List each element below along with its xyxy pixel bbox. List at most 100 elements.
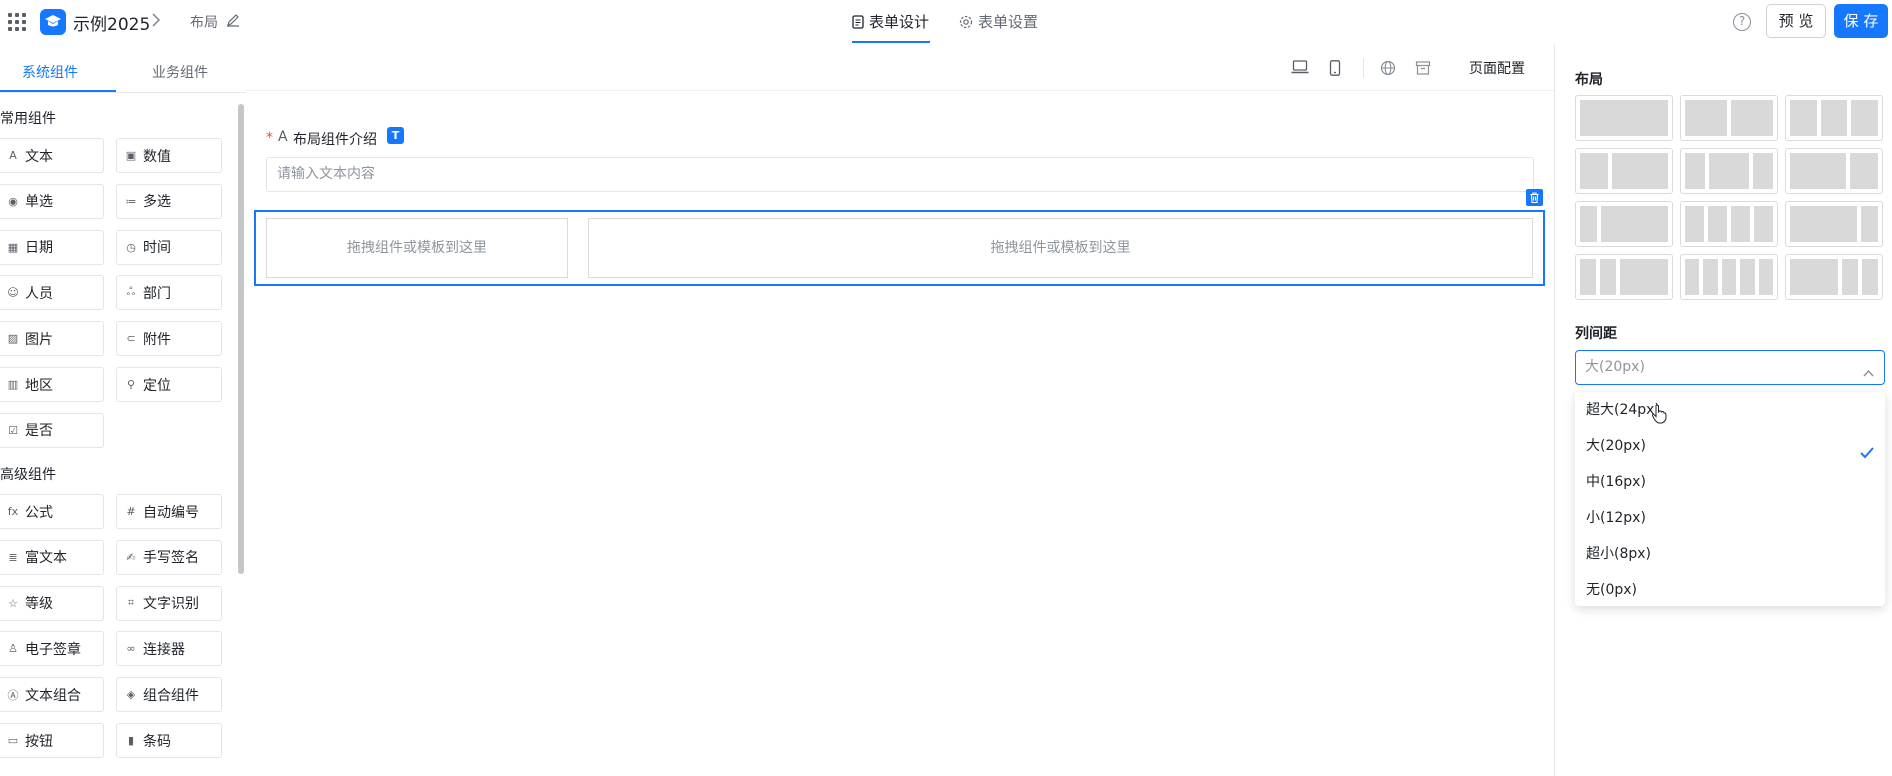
dropdown-option[interactable]: 超小(8px) xyxy=(1575,536,1885,572)
component-item-label: 连接器 xyxy=(143,641,185,658)
text-combo-icon: Ⓐ xyxy=(7,688,19,702)
column-gap-select[interactable]: 大(20px) xyxy=(1575,350,1885,385)
component-item[interactable]: Ⓐ 文本组合 xyxy=(0,677,104,713)
component-item[interactable]: ◷ 时间 xyxy=(116,229,222,265)
formula-icon: fx xyxy=(7,505,19,518)
component-item[interactable]: ☆ 等级 xyxy=(0,585,104,621)
component-item[interactable]: ▭ 按钮 xyxy=(0,723,104,758)
layout-column-block xyxy=(1612,153,1668,189)
person-icon: ☺ xyxy=(7,286,19,300)
layout-preset-option[interactable] xyxy=(1575,254,1673,300)
component-item[interactable]: ◉ 单选 xyxy=(0,183,104,219)
tab-system-components[interactable]: 系统组件 xyxy=(22,62,78,82)
text-type-badge: T xyxy=(387,127,404,144)
layout-column-block xyxy=(1842,259,1858,295)
dropdown-option-label: 大(20px) xyxy=(1586,438,1646,454)
tab-form-settings[interactable]: 表单设置 xyxy=(959,11,1038,32)
panel-scrollbar[interactable] xyxy=(238,104,244,574)
layout-preset-option[interactable] xyxy=(1785,148,1883,194)
button-icon: ▭ xyxy=(7,734,19,747)
layout-column-block xyxy=(1708,206,1727,242)
save-button[interactable]: 保 存 xyxy=(1834,4,1888,38)
delete-trash-icon[interactable] xyxy=(1526,189,1543,206)
component-item[interactable]: ஃ 部门 xyxy=(116,275,222,311)
dropdown-option[interactable]: 小(12px) xyxy=(1575,500,1885,536)
component-item[interactable]: ≔ 多选 xyxy=(116,183,222,219)
layout-column-block xyxy=(1620,259,1668,295)
org-icon: ஃ xyxy=(126,285,136,299)
dropdown-option[interactable]: 无(0px) xyxy=(1575,572,1885,608)
drop-zone-left[interactable]: 拖拽组件或模板到这里 xyxy=(266,218,568,278)
layout-column-block xyxy=(1820,100,1848,136)
component-item[interactable]: fx 公式 xyxy=(0,494,104,529)
component-item[interactable]: ◈ 组合组件 xyxy=(116,677,222,713)
layout-preset-option[interactable] xyxy=(1680,95,1778,141)
edit-pencil-icon[interactable] xyxy=(226,13,240,31)
component-item-label: 单选 xyxy=(25,194,53,211)
stamp-icon: ♙ xyxy=(8,642,18,656)
component-item[interactable]: ∞ 连接器 xyxy=(116,631,222,667)
drop-zone-right[interactable]: 拖拽组件或模板到这里 xyxy=(588,218,1533,278)
checkbox-icon: ☑ xyxy=(8,423,18,437)
component-item-label: 公式 xyxy=(25,504,53,521)
layout-column-block xyxy=(1753,153,1773,189)
component-item[interactable]: ▦ 日期 xyxy=(0,229,104,265)
component-item[interactable]: ≣ 富文本 xyxy=(0,539,104,575)
component-item[interactable]: ✍ 手写签名 xyxy=(116,539,222,575)
column-gap-dropdown: 超大(24px) 大(20px) 中(16px) 小(12px) 超小(8px)… xyxy=(1575,392,1885,606)
globe-icon[interactable] xyxy=(1380,60,1396,80)
archive-icon[interactable] xyxy=(1415,60,1431,80)
component-item[interactable]: ▨ 图片 xyxy=(0,321,104,357)
component-item-label: 等级 xyxy=(25,596,53,613)
layout-preset-option[interactable] xyxy=(1680,148,1778,194)
desktop-view-icon[interactable] xyxy=(1291,60,1309,78)
layout-preset-option[interactable] xyxy=(1785,254,1883,300)
help-icon[interactable]: ? xyxy=(1733,13,1751,31)
group-title-common: 常用组件 xyxy=(0,111,56,127)
component-item[interactable]: ⊂ 附件 xyxy=(116,321,222,357)
dropdown-option[interactable]: 超大(24px) xyxy=(1575,392,1885,428)
layout-column-block xyxy=(1703,259,1718,295)
layout-preset-option[interactable] xyxy=(1680,254,1778,300)
rich-text-icon: ≣ xyxy=(8,550,18,564)
layout-preset-option[interactable] xyxy=(1575,95,1673,141)
layout-preset-option[interactable] xyxy=(1785,95,1883,141)
component-item[interactable]: # 自动编号 xyxy=(116,494,222,529)
preview-button[interactable]: 预 览 xyxy=(1766,4,1826,38)
app-title[interactable]: 示例2025 xyxy=(73,10,150,35)
component-item[interactable]: ☑ 是否 xyxy=(0,412,104,448)
chevron-right-icon xyxy=(150,12,162,32)
text-input[interactable]: 请输入文本内容 xyxy=(266,157,1534,192)
component-item[interactable]: ▥ 地区 xyxy=(0,367,104,402)
component-item[interactable]: ▣ 数值 xyxy=(116,138,222,173)
layout-column-block xyxy=(1731,206,1750,242)
layout-column-block xyxy=(1862,259,1878,295)
calendar-icon: ▦ xyxy=(7,240,19,254)
component-item[interactable]: A 文本 xyxy=(0,138,104,173)
component-item[interactable]: ⌗ 文字识别 xyxy=(116,585,222,621)
attachment-icon: ⊂ xyxy=(126,332,136,346)
layout-preset-option[interactable] xyxy=(1785,201,1883,247)
component-item[interactable]: ☺ 人员 xyxy=(0,275,104,311)
toolbar-separator xyxy=(1363,58,1364,78)
star-icon: ☆ xyxy=(8,596,18,610)
component-item[interactable]: ▮ 条码 xyxy=(116,723,222,758)
component-item[interactable]: ⚲ 定位 xyxy=(116,367,222,402)
tab-form-design[interactable]: 表单设计 xyxy=(852,11,929,32)
component-item[interactable]: ♙ 电子签章 xyxy=(0,631,104,667)
component-item-label: 是否 xyxy=(25,423,53,440)
layout-preset-option[interactable] xyxy=(1575,201,1673,247)
layout-preset-option[interactable] xyxy=(1575,148,1673,194)
tab-business-components[interactable]: 业务组件 xyxy=(152,62,208,82)
component-item-label: 文本 xyxy=(25,148,53,165)
canvas-divider xyxy=(246,90,1554,91)
group-title-advanced: 高级组件 xyxy=(0,467,56,483)
page-config-button[interactable]: 页面配置 xyxy=(1469,58,1525,78)
dropdown-option-selected[interactable]: 大(20px) xyxy=(1575,428,1885,464)
mobile-view-icon[interactable] xyxy=(1329,60,1341,80)
layout-preset-option[interactable] xyxy=(1680,201,1778,247)
apps-grid-icon[interactable] xyxy=(8,13,26,31)
component-panel: 系统组件 业务组件 常用组件 A 文本 ▣ 数值 ◉ 单选 ≔ 多选 ▦ 日期 ◷ 时间 ☺ 人员 ஃ 部门 ▨… xyxy=(0,44,246,776)
component-item-label: 时间 xyxy=(143,240,171,257)
dropdown-option[interactable]: 中(16px) xyxy=(1575,464,1885,500)
